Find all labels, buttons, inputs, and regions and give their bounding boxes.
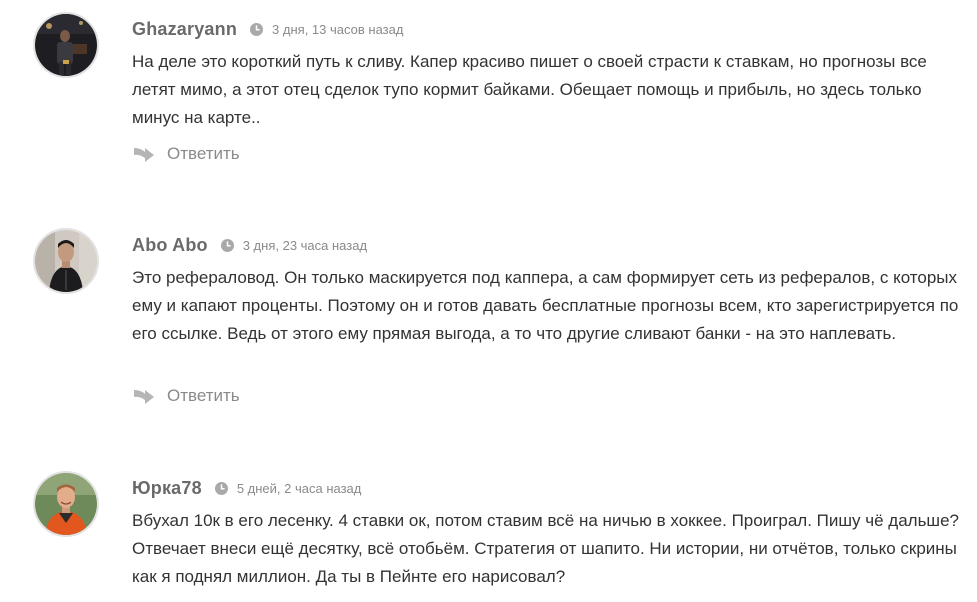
comment-time[interactable]: 3 дня, 13 часов назад [272,22,403,37]
comment-author[interactable]: Ghazaryann [132,19,237,40]
user-avatar-photo-icon [35,14,97,76]
reply-arrow-icon [133,146,155,162]
comment-text: На деле это короткий путь к сливу. Капер… [132,52,927,127]
clock-icon [250,22,264,36]
clock-icon [214,481,228,495]
comment-meta: Юрка78 5 дней, 2 часа назад [132,477,361,499]
comment-time[interactable]: 5 дней, 2 часа назад [237,481,362,496]
user-avatar-photo-icon [35,230,97,292]
comment-text: Вбухал 10к в его лесенку. 4 ставки ок, п… [132,511,959,586]
clock-icon [220,238,234,252]
user-avatar-photo-icon [35,473,97,535]
reply-label: Ответить [167,386,240,405]
comment-author[interactable]: Юрка78 [132,478,202,499]
comment-meta: Abo Abo 3 дня, 23 часа назад [132,234,367,256]
reply-label: Ответить [167,144,240,163]
reply-button[interactable]: Ответить [133,144,240,164]
comment-text: Это рефераловод. Он только маскируется п… [132,268,959,343]
reply-arrow-icon [133,388,155,404]
avatar[interactable] [33,471,99,537]
comment-time[interactable]: 3 дня, 23 часа назад [243,238,367,253]
avatar[interactable] [33,228,99,294]
comment-meta: Ghazaryann 3 дня, 13 часов назад [132,18,403,40]
avatar[interactable] [33,12,99,78]
comment-author[interactable]: Abo Abo [132,235,208,256]
reply-button[interactable]: Ответить [133,386,240,406]
